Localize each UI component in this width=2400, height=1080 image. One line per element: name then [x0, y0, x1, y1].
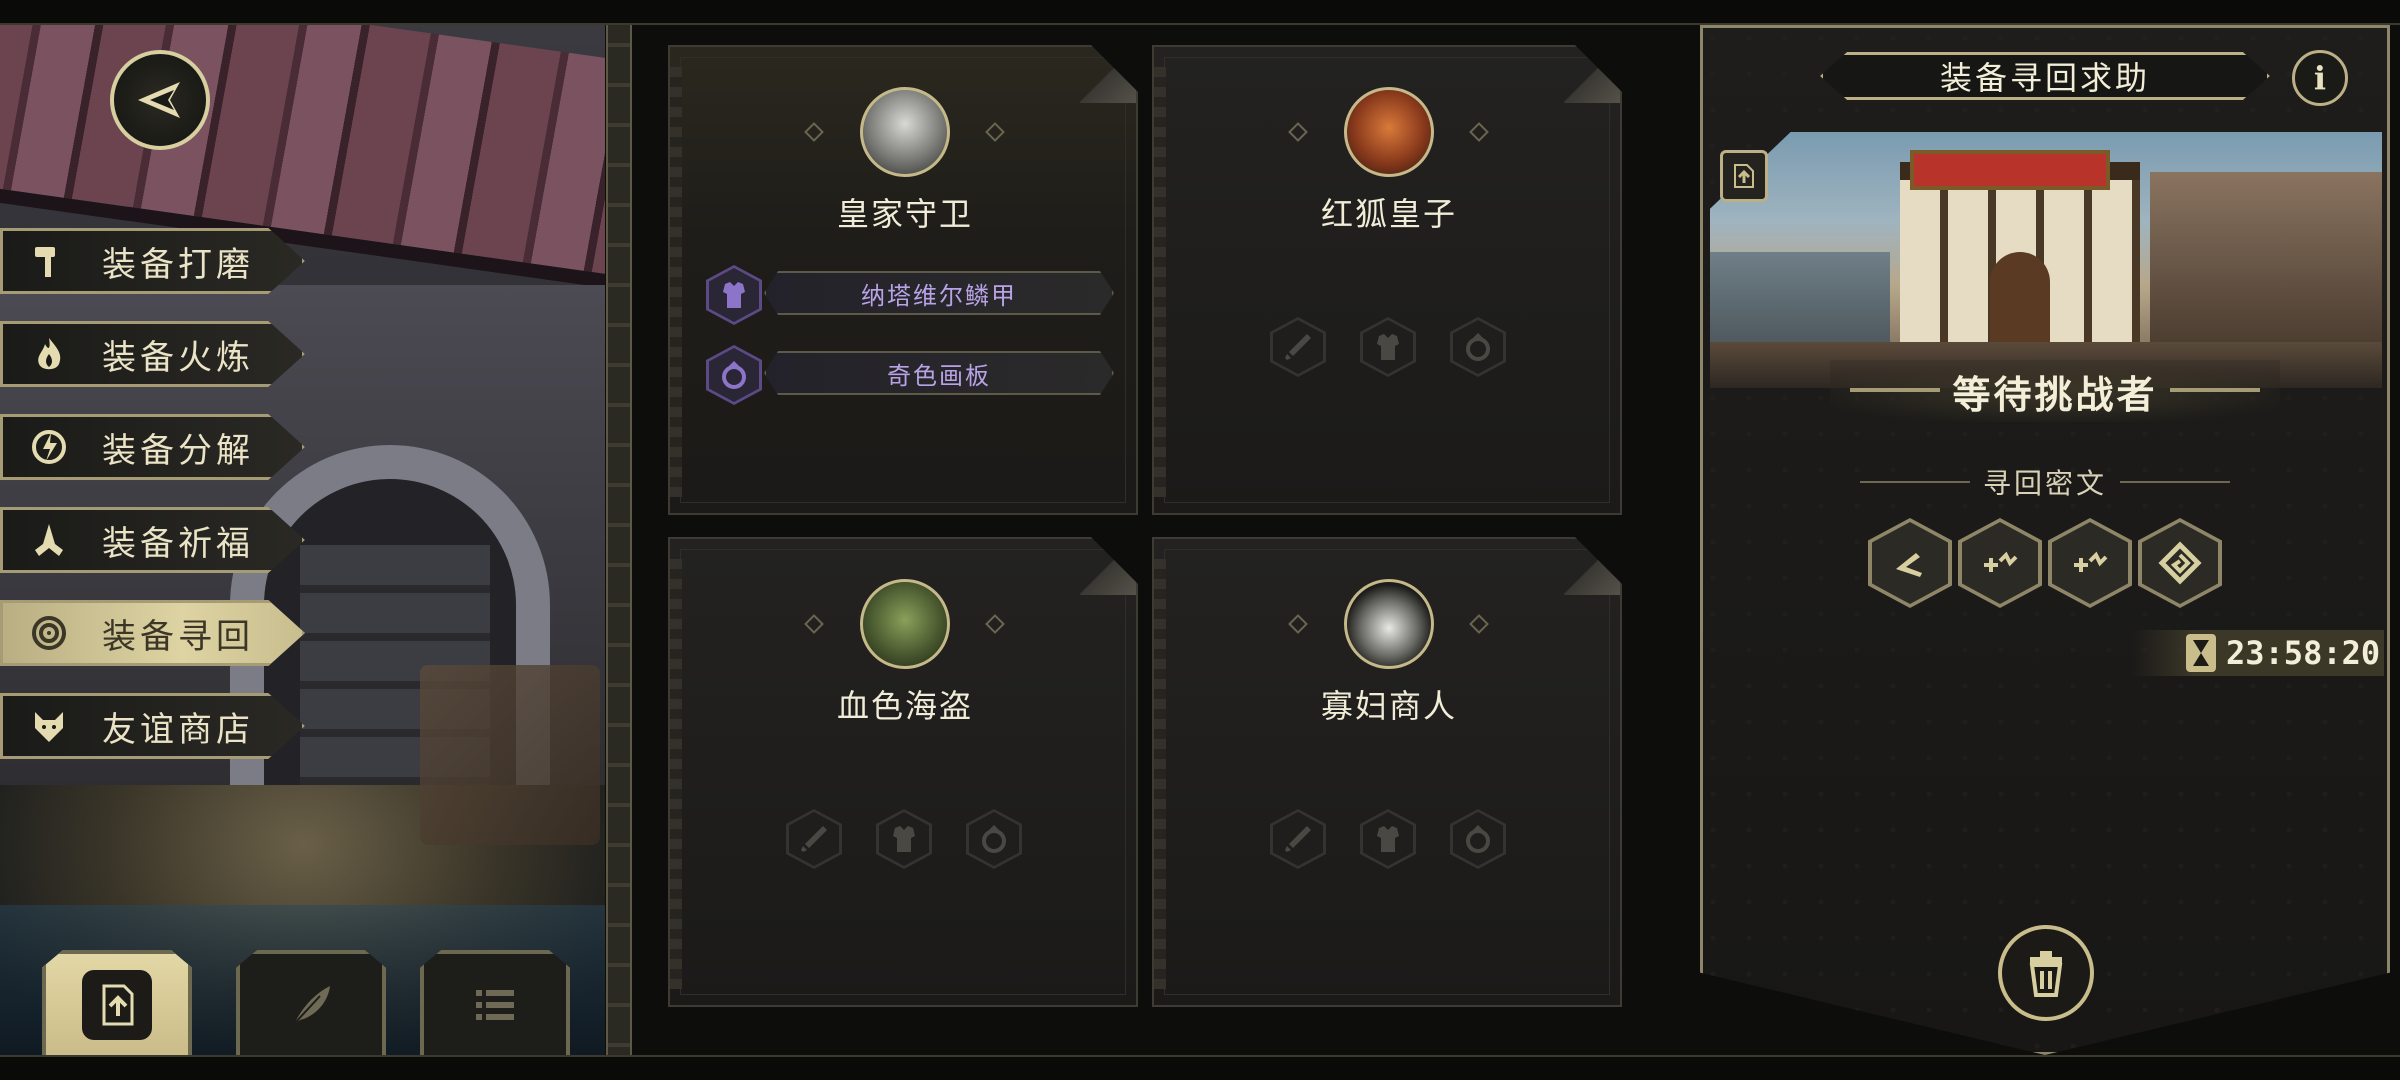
panel-title-banner: 装备寻回求助 [1820, 52, 2270, 100]
diamond-ornament [985, 614, 1005, 634]
fox-icon [22, 699, 76, 753]
ring-slot [706, 345, 762, 405]
armor-icon [723, 282, 745, 308]
rune-1-icon [1896, 553, 1922, 577]
timer-text: 23:58:20 [2226, 634, 2381, 672]
countdown-timer: 23:58:20 [2132, 630, 2384, 676]
rune-slot-4[interactable] [2138, 518, 2222, 608]
rune-2-icon [1984, 551, 2018, 572]
item-label: 纳塔维尔鳞甲 [861, 281, 1017, 310]
back-arrow-icon [138, 82, 180, 118]
armor-icon [1377, 334, 1399, 360]
weapon-slot-empty[interactable] [786, 809, 842, 869]
upload-icon [102, 984, 134, 1026]
menu-item-polish[interactable]: 装备打磨 [0, 228, 305, 294]
feather-icon [293, 986, 330, 1025]
weapon-slot-empty[interactable] [1270, 317, 1326, 377]
widow-merchant-portrait [1344, 579, 1434, 669]
card-name: 皇家守卫 [836, 195, 973, 233]
diamond-ornament [1469, 614, 1489, 634]
menu-item-label: 装备分解 [102, 430, 254, 471]
prayer-hands-icon [22, 513, 76, 567]
card-name: 红狐皇子 [1320, 195, 1457, 233]
menu-item-label: 装备寻回 [102, 616, 254, 657]
list-button[interactable] [420, 950, 570, 1060]
menu-item-label: 装备打磨 [102, 244, 254, 285]
armor-icon [893, 826, 915, 852]
ring-slot-empty[interactable] [966, 809, 1022, 869]
top-frame [0, 0, 2400, 25]
ring-slot-empty[interactable] [1450, 809, 1506, 869]
ring-slot-empty[interactable] [1450, 317, 1506, 377]
lizard-pirate-portrait [860, 579, 950, 669]
menu-item-retrieve[interactable]: 装备寻回 [0, 600, 305, 666]
knight-portrait [860, 87, 950, 177]
menu-item-disassemble[interactable]: 装备分解 [0, 414, 305, 480]
menu-item-friendship-shop[interactable]: 友谊商店 [0, 693, 305, 759]
card-red-fox-prince[interactable]: 红狐皇子 [1152, 45, 1622, 515]
decorative-border [606, 25, 632, 1055]
disassemble-icon [22, 420, 76, 474]
feather-button[interactable] [236, 950, 386, 1060]
menu-item-fire-refine[interactable]: 装备火炼 [0, 321, 305, 387]
panel-title: 装备寻回求助 [1939, 59, 2150, 97]
sword-icon [1285, 826, 1311, 852]
game-screen: 装备打磨 装备火炼 装备分解 装备祈福 装备寻回 友谊商店 皇家守卫 纳塔维尔鳞… [0, 0, 2400, 1080]
town-illustration [1710, 132, 2382, 388]
rune-3-icon [2074, 551, 2108, 572]
ring-icon [982, 825, 1006, 853]
info-icon: i [2313, 59, 2327, 97]
cipher-label: 寻回密文 [1982, 467, 2107, 500]
rune-slot-1[interactable] [1868, 518, 1952, 608]
ring-icon [722, 361, 746, 389]
sword-icon [801, 826, 827, 852]
status-text: 等待挑战者 [1952, 372, 2158, 417]
armor-slot-empty[interactable] [876, 809, 932, 869]
card-name: 寡妇商人 [1320, 687, 1457, 725]
sword-icon [1285, 334, 1311, 360]
rune-4-icon [2158, 541, 2202, 585]
diamond-ornament [985, 122, 1005, 142]
ring-icon [1466, 825, 1490, 853]
hammer-icon [22, 234, 76, 288]
flame-icon [22, 327, 76, 381]
diamond-ornament [1288, 122, 1308, 142]
upload-mini-button[interactable] [1720, 150, 1768, 202]
info-button[interactable]: i [2292, 50, 2348, 106]
diamond-ornament [1288, 614, 1308, 634]
diamond-ornament [804, 122, 824, 142]
item-row[interactable]: 奇色画板 [706, 345, 1116, 405]
card-royal-guard[interactable]: 皇家守卫 纳塔维尔鳞甲 奇色画板 [668, 45, 1138, 515]
bottom-frame [0, 1055, 2400, 1080]
status-banner: 等待挑战者 [1830, 360, 2280, 422]
rune-slot-3[interactable] [2048, 518, 2132, 608]
card-name: 血色海盗 [836, 687, 973, 725]
menu-item-label: 装备祈福 [102, 523, 254, 564]
card-blood-pirate[interactable]: 血色海盗 [668, 537, 1138, 1007]
armor-slot [706, 265, 762, 325]
fox-prince-portrait [1344, 87, 1434, 177]
rune-slot-2[interactable] [1958, 518, 2042, 608]
ring-icon [1466, 333, 1490, 361]
armor-slot-empty[interactable] [1360, 809, 1416, 869]
diamond-ornament [804, 614, 824, 634]
item-label: 奇色画板 [887, 361, 991, 390]
item-row[interactable]: 纳塔维尔鳞甲 [706, 265, 1116, 325]
menu-item-label: 装备火炼 [102, 337, 254, 378]
list-icon [476, 990, 514, 1020]
weapon-slot-empty[interactable] [1270, 809, 1326, 869]
card-widow-merchant[interactable]: 寡妇商人 [1152, 537, 1622, 1007]
upload-icon [1734, 164, 1754, 188]
trash-icon [2029, 951, 2063, 997]
target-icon [22, 606, 76, 660]
hourglass-icon [2186, 634, 2216, 672]
armor-slot-empty[interactable] [1360, 317, 1416, 377]
menu-item-label: 友谊商店 [102, 709, 254, 750]
upload-button[interactable] [42, 950, 192, 1060]
diamond-ornament [1469, 122, 1489, 142]
armor-icon [1377, 826, 1399, 852]
menu-item-bless[interactable]: 装备祈福 [0, 507, 305, 573]
back-button[interactable] [110, 50, 210, 150]
discard-button[interactable] [1998, 925, 2094, 1021]
